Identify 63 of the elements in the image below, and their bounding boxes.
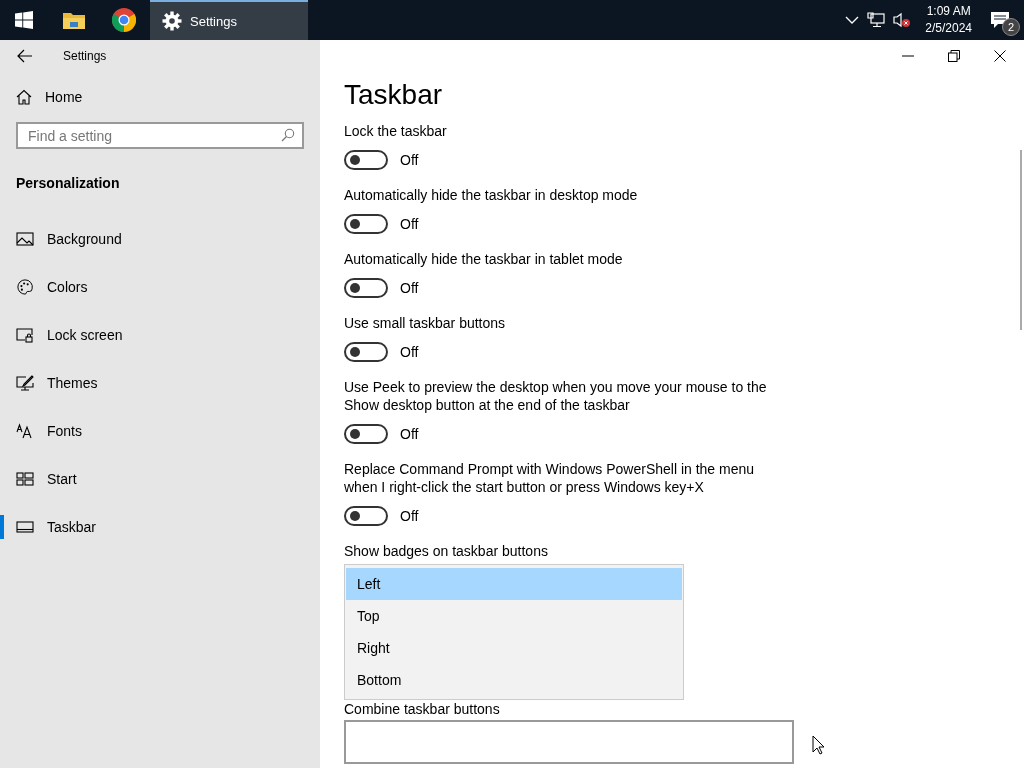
toggle-switch[interactable]: [344, 342, 388, 362]
sidebar-item[interactable]: Fonts: [0, 407, 320, 455]
cursor-icon: [812, 735, 825, 755]
setting-label: Lock the taskbar: [344, 122, 448, 140]
section-heading: Personalization: [15, 174, 121, 193]
palette-icon: [16, 279, 34, 295]
fonts-icon: [16, 423, 34, 439]
tiles-icon: [16, 471, 34, 487]
toggle-switch[interactable]: [344, 278, 388, 298]
clock[interactable]: 1:09 AM 2/5/2024: [925, 3, 972, 37]
combo-box[interactable]: [344, 720, 794, 764]
picture-frame-icon: [16, 231, 34, 247]
toggle-state: Off: [400, 280, 419, 296]
chevron-up-icon[interactable]: [845, 15, 860, 25]
scrollbar[interactable]: [1020, 150, 1022, 330]
close-icon[interactable]: [994, 50, 1006, 62]
toggle-switch[interactable]: [344, 214, 388, 234]
setting-label: Show badges on taskbar buttons: [344, 542, 549, 560]
date-text: 2/5/2024: [925, 20, 972, 37]
time-text: 1:09 AM: [926, 3, 971, 20]
restore-icon[interactable]: [948, 50, 960, 62]
lock-screen-icon: [16, 327, 34, 343]
dropdown-option[interactable]: Right: [346, 632, 682, 664]
page-title: Taskbar: [344, 79, 444, 112]
setting-label: Combine taskbar buttons: [344, 700, 501, 718]
settings-taskbar-button[interactable]: Settings: [150, 0, 308, 40]
network-icon[interactable]: [867, 12, 886, 28]
setting-label: Use small taskbar buttons: [344, 314, 507, 332]
toggle-switch[interactable]: [344, 150, 388, 170]
toggle-switch[interactable]: [344, 424, 388, 444]
dropdown-option[interactable]: Left: [346, 568, 682, 600]
setting-label: Automatically hide the taskbar in tablet mode: [344, 250, 624, 268]
sidebar-item[interactable]: Background: [0, 215, 320, 263]
home-nav-item[interactable]: Home: [0, 73, 320, 121]
dropdown-option[interactable]: Bottom: [346, 664, 682, 696]
sidebar-item[interactable]: Start: [0, 455, 320, 503]
toggle-switch[interactable]: [344, 506, 388, 526]
window-title: Settings: [63, 49, 107, 63]
gear-icon: [162, 11, 182, 31]
setting-label: Use Peek to preview the desktop when you move your mouse to the Show desktop button at the end of the taskbar: [344, 378, 768, 414]
windows-icon: [15, 11, 33, 29]
sidebar-item[interactable]: Taskbar: [0, 503, 320, 551]
search-icon: [281, 128, 295, 142]
sidebar-item[interactable]: Lock screen: [0, 311, 320, 359]
toggle-state: Off: [400, 216, 419, 232]
toggle-state: Off: [400, 344, 419, 360]
toggle-state: Off: [400, 152, 419, 168]
folder-icon: [62, 10, 86, 30]
taskbar-icon: [16, 519, 34, 535]
search-field[interactable]: Find a setting: [16, 122, 304, 149]
brush-monitor-icon: [16, 375, 34, 391]
notification-count: 2: [1002, 18, 1020, 36]
back-arrow-icon[interactable]: [17, 49, 33, 63]
sidebar-item[interactable]: Themes: [0, 359, 320, 407]
setting-label: Automatically hide the taskbar in desktop mode: [344, 186, 639, 204]
toggle-state: Off: [400, 508, 419, 524]
sidebar-item[interactable]: Colors: [0, 263, 320, 311]
toggle-state: Off: [400, 426, 419, 442]
home-icon: [16, 89, 32, 105]
dropdown-option[interactable]: Top: [346, 600, 682, 632]
setting-label: Replace Command Prompt with Windows PowerShell in the menu when I right-click the start button or press Windows key+X: [344, 460, 756, 496]
browser-icon: [112, 8, 136, 32]
muted-speaker-icon[interactable]: [893, 12, 912, 28]
